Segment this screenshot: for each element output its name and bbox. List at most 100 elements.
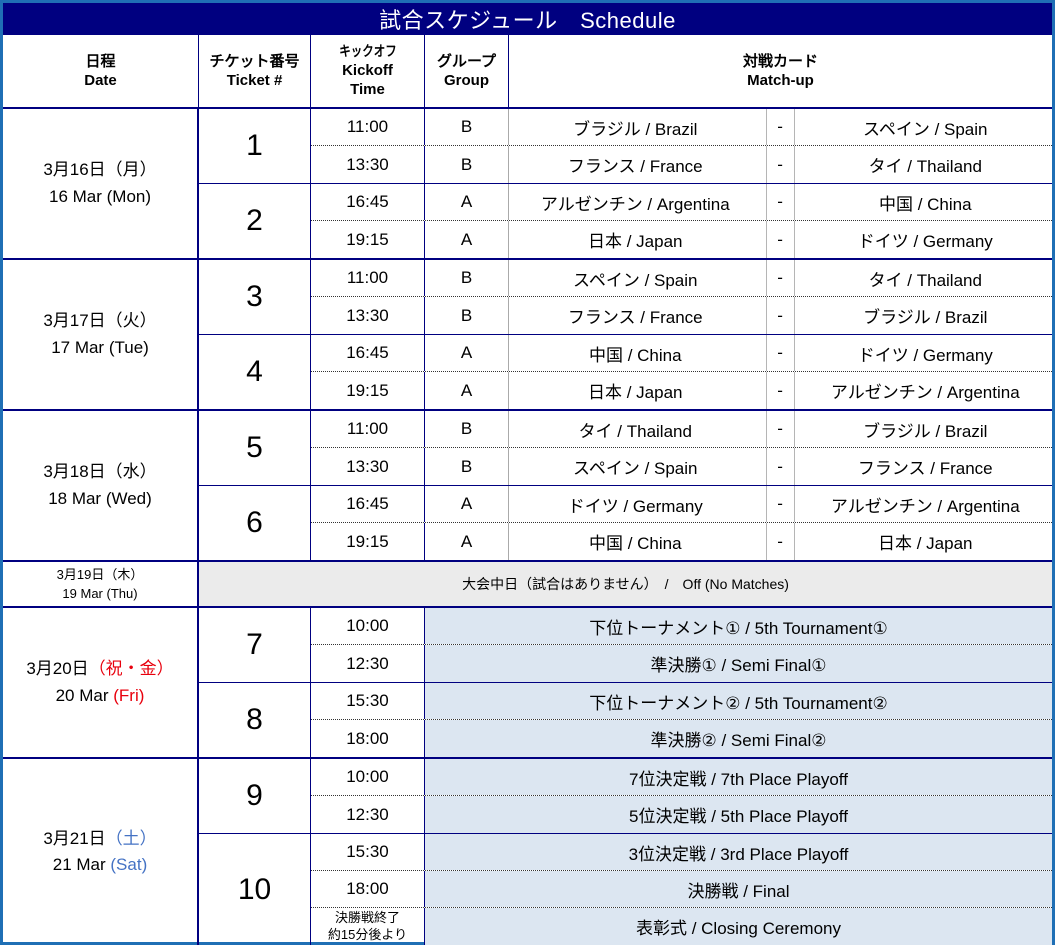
kickoff-time: 19:15	[311, 523, 425, 560]
kickoff-time: 13:30	[311, 448, 425, 485]
date-en: 21 Mar (Sat)	[53, 852, 147, 878]
day-matches: 5 11:00 B タイ / Thailand - ブラジル / Brazil 13:30 B…	[199, 411, 1052, 560]
table-row: 16:45 A ドイツ / Germany - アルゼンチン / Argentina	[311, 486, 1052, 523]
ticket-group: 8 15:30 下位トーナメント② / 5th Tournament② 18:00 準決…	[199, 683, 1052, 757]
group-label: B	[425, 260, 509, 296]
versus-separator: -	[767, 221, 795, 258]
column-header-ticket: チケット番号 Ticket #	[199, 35, 311, 107]
column-header-matchup-en: Match-up	[747, 72, 814, 89]
table-row: 15:30 下位トーナメント② / 5th Tournament②	[311, 683, 1052, 720]
table-row: 19:15 A 日本 / Japan - アルゼンチン / Argentina	[311, 372, 1052, 409]
kickoff-time: 13:30	[311, 146, 425, 183]
ticket-group: 9 10:00 7位決定戦 / 7th Place Playoff 12:30 5位決定…	[199, 759, 1052, 834]
match-list: 11:00 B タイ / Thailand - ブラジル / Brazil 13:30 B ス…	[311, 411, 1052, 485]
table-row: 19:15 A 日本 / Japan - ドイツ / Germany	[311, 221, 1052, 258]
match-list: 16:45 A 中国 / China - ドイツ / Germany 19:15 A 日本 /…	[311, 335, 1052, 409]
match-list: 15:30 下位トーナメント② / 5th Tournament② 18:00 準決勝…	[311, 683, 1052, 757]
kickoff-time: 16:45	[311, 184, 425, 220]
kickoff-time: 11:00	[311, 260, 425, 296]
matchup-cell: 中国 / China - ドイツ / Germany	[509, 335, 1052, 371]
matchup-cell: 日本 / Japan - アルゼンチン / Argentina	[509, 372, 1052, 409]
ticket-group: 6 16:45 A ドイツ / Germany - アルゼンチン / Argentina 1…	[199, 486, 1052, 560]
table-row: 11:00 B スペイン / Spain - タイ / Thailand	[311, 260, 1052, 297]
match-list: 11:00 B スペイン / Spain - タイ / Thailand 13:30 B フラ…	[311, 260, 1052, 334]
home-team: ブラジル / Brazil	[509, 109, 767, 145]
date-jp: 3月19日（木）	[56, 566, 144, 582]
ticket-group: 2 16:45 A アルゼンチン / Argentina - 中国 / China 19:1…	[199, 184, 1052, 258]
day-block: 3月17日（火） 17 Mar (Tue) 3 11:00 B スペイン / Spain -…	[3, 260, 1052, 411]
ticket-group: 10 15:30 3位決定戦 / 3rd Place Playoff 18:00 決勝戦…	[199, 834, 1052, 945]
matchup-label: 3位決定戦 / 3rd Place Playoff	[425, 834, 1052, 870]
date-en: 17 Mar (Tue)	[51, 337, 149, 357]
kickoff-time: 19:15	[311, 221, 425, 258]
column-header-group: グループ Group	[425, 35, 509, 107]
matchup-cell: スペイン / Spain - タイ / Thailand	[509, 260, 1052, 296]
column-header-kickoff-jp: キックオフ	[338, 42, 397, 59]
column-header-ticket-en: Ticket #	[226, 72, 283, 89]
home-team: スペイン / Spain	[509, 260, 767, 296]
kickoff-time: 15:30	[311, 683, 425, 719]
kickoff-time: 11:00	[311, 411, 425, 447]
versus-separator: -	[767, 297, 795, 334]
versus-separator: -	[767, 109, 795, 145]
date-en: 19 Mar (Thu)	[62, 586, 138, 601]
matchup-label: 準決勝① / Semi Final①	[425, 645, 1052, 682]
day-matches: 3 11:00 B スペイン / Spain - タイ / Thailand 13:30 B フ…	[199, 260, 1052, 409]
ticket-number: 1	[199, 109, 311, 183]
matchup-label: 決勝戦 / Final	[425, 871, 1052, 907]
kickoff-time: 18:00	[311, 871, 425, 907]
date-en-main: 20 Mar	[55, 685, 114, 705]
ticket-group: 5 11:00 B タイ / Thailand - ブラジル / Brazil 13:30 B…	[199, 411, 1052, 486]
kickoff-time: 18:00	[311, 720, 425, 757]
column-header-date: 日程 Date	[3, 35, 199, 107]
matchup-cell: ブラジル / Brazil - スペイン / Spain	[509, 109, 1052, 145]
matchup-cell: アルゼンチン / Argentina - 中国 / China	[509, 184, 1052, 220]
matchup-label: 5位決定戦 / 5th Place Playoff	[425, 796, 1052, 833]
versus-separator: -	[767, 184, 795, 220]
date-jp-main: 3月20日	[26, 659, 89, 679]
column-header-kickoff: キックオフ Kickoff Time	[311, 35, 425, 107]
away-team: ドイツ / Germany	[857, 345, 993, 365]
versus-separator: -	[767, 411, 795, 447]
kickoff-time: 決勝戦終了 約15分後より	[311, 908, 425, 945]
home-team: スペイン / Spain	[509, 448, 767, 485]
versus-separator: -	[767, 146, 795, 183]
group-label: A	[425, 221, 509, 258]
date-en: 16 Mar (Mon)	[48, 186, 152, 206]
day-block: 3月21日（土） 21 Mar (Sat) 9 10:00 7位決定戦 / 7th Pl…	[3, 759, 1052, 945]
day-block: 3月16日（月） 16 Mar (Mon) 1 11:00 B ブラジル / Brazil…	[3, 109, 1052, 260]
kickoff-time: 10:00	[311, 608, 425, 644]
kickoff-time: 15:30	[311, 834, 425, 870]
home-team: 中国 / China	[509, 335, 767, 371]
date-en-weekday: (Fri)	[113, 685, 145, 705]
column-header-matchup-jp: 対戦カード	[742, 52, 818, 70]
day-matches: 1 11:00 B ブラジル / Brazil - スペイン / Spain 13:30 B フ…	[199, 109, 1052, 258]
column-header-ticket-jp: チケット番号	[209, 52, 300, 70]
kickoff-time-line2: 約15分後より	[327, 926, 408, 942]
table-row: 12:30 準決勝① / Semi Final①	[311, 645, 1052, 682]
ticket-number: 6	[199, 486, 311, 560]
group-label: A	[425, 486, 509, 522]
kickoff-time: 16:45	[311, 335, 425, 371]
table-row: 13:30 B フランス / France - ブラジル / Brazil	[311, 297, 1052, 334]
date-jp-main: 3月21日	[43, 828, 106, 848]
date-en: 18 Mar (Wed)	[48, 488, 152, 508]
date-cell: 3月20日（祝・金） 20 Mar (Fri)	[3, 608, 199, 757]
ticket-number: 4	[199, 335, 311, 409]
matchup-cell: タイ / Thailand - ブラジル / Brazil	[509, 411, 1052, 447]
match-list: 10:00 下位トーナメント① / 5th Tournament① 12:30 準決勝…	[311, 608, 1052, 682]
date-jp-weekday: （祝・金）	[88, 659, 174, 679]
away-team: ドイツ / Germany	[857, 232, 993, 251]
ticket-number: 5	[199, 411, 311, 485]
matchup-cell: 日本 / Japan - ドイツ / Germany	[509, 221, 1052, 258]
table-row: 15:30 3位決定戦 / 3rd Place Playoff	[311, 834, 1052, 871]
column-header-kickoff-en2: Time	[350, 80, 385, 98]
column-header-date-jp: 日程	[85, 52, 116, 70]
ticket-number: 8	[199, 683, 311, 757]
matchup-label: 表彰式 / Closing Ceremony	[425, 908, 1052, 945]
day-matches: 7 10:00 下位トーナメント① / 5th Tournament① 12:30 準決…	[199, 608, 1052, 757]
ticket-group: 3 11:00 B スペイン / Spain - タイ / Thailand 13:30 B フ…	[199, 260, 1052, 335]
home-team: フランス / France	[509, 297, 767, 334]
date-en-weekday: (Sat)	[110, 855, 148, 874]
kickoff-time: 12:30	[311, 796, 425, 833]
